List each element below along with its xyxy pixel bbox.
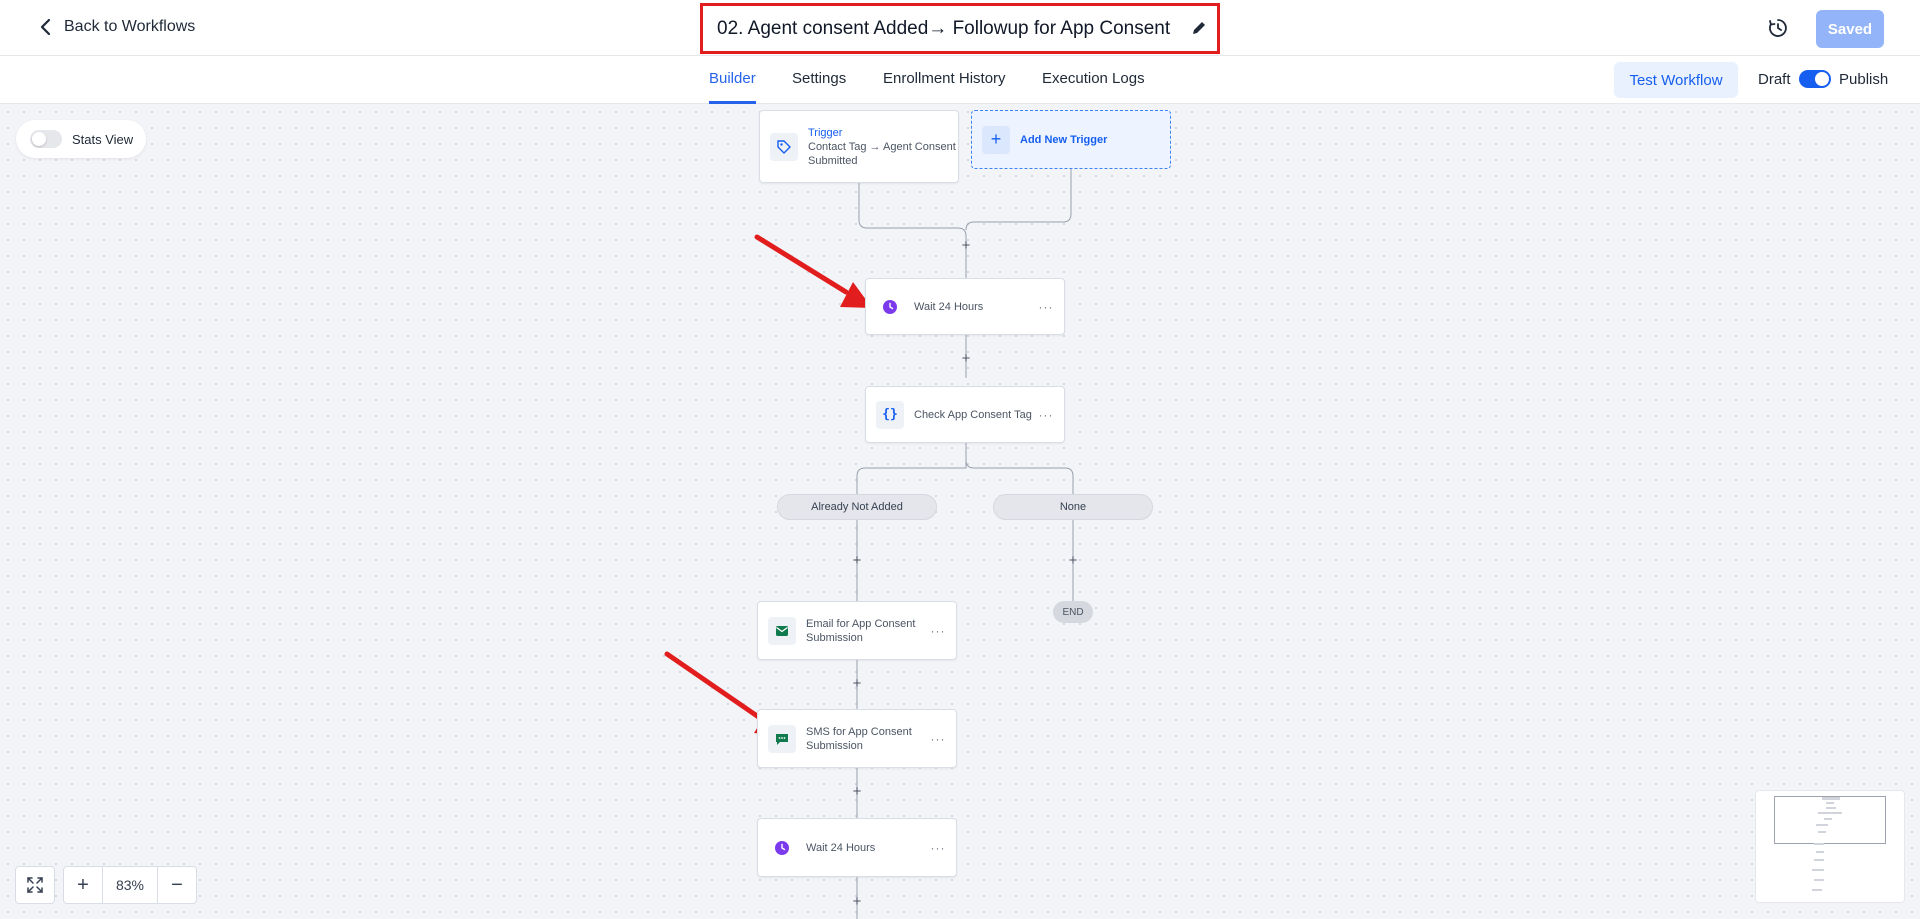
tab-enrollment-history[interactable]: Enrollment History bbox=[883, 70, 1006, 87]
chevron-left-icon bbox=[40, 18, 51, 36]
stats-view-label: Stats View bbox=[72, 131, 134, 147]
zoom-group: + 83% − bbox=[63, 866, 197, 904]
minimap[interactable] bbox=[1755, 790, 1905, 903]
clock-icon bbox=[768, 834, 796, 862]
zoom-out-button[interactable]: − bbox=[158, 867, 196, 903]
clock-icon bbox=[876, 293, 904, 321]
saved-button[interactable]: Saved bbox=[1816, 10, 1884, 48]
plus-icon: + bbox=[982, 125, 1010, 154]
publish-label: Publish bbox=[1839, 71, 1889, 88]
node-menu-button[interactable]: ··· bbox=[1036, 300, 1056, 314]
node-label: Check App Consent Tag bbox=[914, 408, 1032, 421]
node-menu-button[interactable]: ··· bbox=[928, 732, 948, 746]
node-menu-button[interactable]: ··· bbox=[1036, 408, 1056, 422]
zoom-controls: + 83% − bbox=[15, 866, 197, 904]
workflow-title-box[interactable]: 02. Agent consent Added→ Followup for Ap… bbox=[700, 3, 1220, 54]
minimap-preview bbox=[1812, 797, 1842, 891]
tag-icon bbox=[770, 132, 798, 161]
tab-bar: Builder Settings Enrollment History Exec… bbox=[0, 56, 1920, 104]
branch-none[interactable]: None bbox=[993, 494, 1153, 520]
back-label: Back to Workflows bbox=[64, 18, 196, 35]
add-step-button[interactable]: + bbox=[1066, 553, 1080, 568]
sms-node[interactable]: SMS for App Consent Submission ··· bbox=[757, 709, 957, 768]
test-workflow-button[interactable]: Test Workflow bbox=[1614, 62, 1738, 98]
node-label: Wait 24 Hours bbox=[806, 841, 876, 854]
node-label: Wait 24 Hours bbox=[914, 300, 984, 313]
branch-already-not-added[interactable]: Already Not Added bbox=[777, 494, 937, 520]
draft-label: Draft bbox=[1758, 71, 1791, 88]
publish-toggle[interactable] bbox=[1799, 70, 1831, 88]
trigger-title: Trigger bbox=[808, 126, 843, 139]
add-new-trigger-button[interactable]: + Add New Trigger bbox=[971, 110, 1171, 169]
tab-builder[interactable]: Builder bbox=[709, 70, 756, 87]
pencil-icon[interactable] bbox=[1191, 20, 1207, 36]
curly-braces-icon: {} bbox=[876, 400, 904, 429]
tab-execution-logs[interactable]: Execution Logs bbox=[1042, 70, 1145, 87]
email-icon bbox=[768, 616, 796, 645]
trigger-node[interactable]: Trigger Contact Tag → Agent Consent Subm… bbox=[759, 110, 959, 183]
add-trigger-label: Add New Trigger bbox=[1020, 133, 1108, 146]
back-to-workflows-link[interactable]: Back to Workflows bbox=[38, 17, 195, 37]
node-menu-button[interactable]: ··· bbox=[928, 624, 948, 638]
sms-icon bbox=[768, 724, 796, 753]
stats-view-toggle[interactable] bbox=[30, 130, 62, 148]
add-step-button[interactable]: + bbox=[850, 553, 864, 568]
add-step-button[interactable]: + bbox=[850, 894, 864, 909]
zoom-level: 83% bbox=[102, 867, 158, 903]
add-step-button[interactable]: + bbox=[959, 238, 973, 253]
expand-icon bbox=[16, 867, 54, 903]
tab-settings[interactable]: Settings bbox=[792, 70, 846, 87]
end-badge: END bbox=[1053, 601, 1093, 623]
workflow-title: 02. Agent consent Added→ Followup for Ap… bbox=[717, 17, 1171, 39]
node-label: Email for App Consent Submission bbox=[806, 617, 916, 644]
add-step-button[interactable]: + bbox=[850, 676, 864, 691]
add-step-button[interactable]: + bbox=[959, 351, 973, 366]
node-menu-button[interactable]: ··· bbox=[928, 841, 948, 855]
condition-node[interactable]: {} Check App Consent Tag ··· bbox=[865, 386, 1065, 443]
fit-view-button[interactable] bbox=[15, 866, 55, 904]
workflow-canvas[interactable] bbox=[0, 104, 1920, 919]
node-label: SMS for App Consent Submission bbox=[806, 725, 912, 752]
trigger-text: Contact Tag → Agent Consent Submitted bbox=[808, 140, 956, 167]
wait-node[interactable]: Wait 24 Hours ··· bbox=[865, 278, 1065, 335]
add-step-button[interactable]: + bbox=[850, 784, 864, 799]
wait-node[interactable]: Wait 24 Hours ··· bbox=[757, 818, 957, 877]
top-bar: Back to Workflows 02. Agent consent Adde… bbox=[0, 0, 1920, 56]
stats-view-control: Stats View bbox=[16, 120, 146, 158]
history-icon[interactable] bbox=[1768, 18, 1788, 38]
zoom-in-button[interactable]: + bbox=[64, 867, 102, 903]
email-node[interactable]: Email for App Consent Submission ··· bbox=[757, 601, 957, 660]
